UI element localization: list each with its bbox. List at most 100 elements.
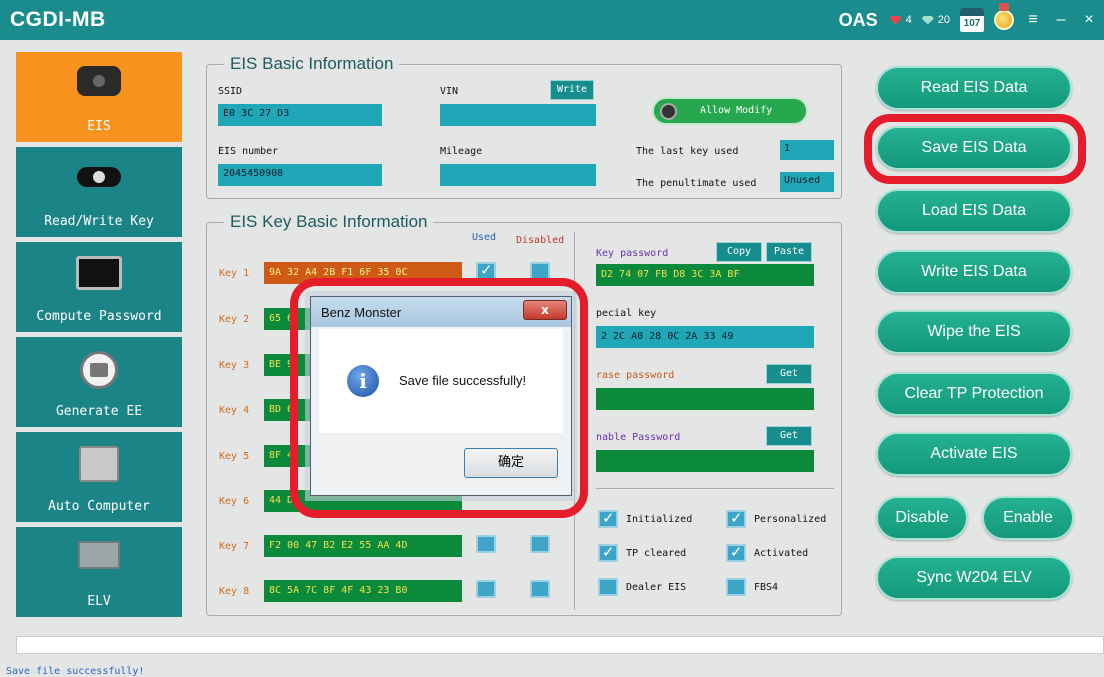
initialized-checkbox[interactable] xyxy=(598,509,618,528)
paste-button[interactable]: Paste xyxy=(766,242,812,262)
eis-key-info-title: EIS Key Basic Information xyxy=(224,212,434,232)
calendar-icon[interactable]: 107 xyxy=(960,8,984,32)
green-gem-count: 20 xyxy=(937,14,950,26)
app-title: CGDI-MB xyxy=(10,8,106,31)
write-vin-button[interactable]: Write xyxy=(550,80,594,100)
key-1-label: Key 1 xyxy=(219,268,250,279)
nav-eis[interactable]: EIS xyxy=(16,52,182,142)
oas-label: OAS xyxy=(838,9,878,30)
green-gem-stat: 20 xyxy=(921,14,950,26)
activated-label: Activated xyxy=(754,548,809,559)
tp-cleared-checkbox[interactable] xyxy=(598,543,618,562)
key-8-disabled-checkbox[interactable] xyxy=(530,580,550,598)
key-1-disabled-checkbox[interactable] xyxy=(530,262,550,280)
enable-password-label: nable Password xyxy=(596,432,681,443)
nav-elv-label: ELV xyxy=(87,594,111,609)
sync-w204-elv-button[interactable]: Sync W204 ELV xyxy=(876,556,1072,600)
eis-number-label: EIS number xyxy=(218,146,279,157)
read-eis-data-button[interactable]: Read EIS Data xyxy=(876,66,1072,110)
penultimate-field[interactable]: Unused xyxy=(780,172,834,192)
special-key-label: pecial key xyxy=(596,308,657,319)
info-icon: i xyxy=(347,365,379,397)
eis-number-field[interactable]: 2045450908 xyxy=(218,164,382,186)
key-8-field[interactable]: 8C 5A 7C 8F 4F 43 23 B0 xyxy=(264,580,462,602)
green-gem-icon xyxy=(921,15,934,25)
enable-get-button[interactable]: Get xyxy=(766,426,812,446)
activate-eis-button[interactable]: Activate EIS xyxy=(876,432,1072,476)
medal-icon[interactable] xyxy=(994,3,1014,30)
calendar-number: 107 xyxy=(963,18,981,29)
circuit-board-icon xyxy=(78,541,120,569)
load-eis-data-button[interactable]: Load EIS Data xyxy=(876,189,1072,233)
vin-field[interactable] xyxy=(440,104,596,126)
dealer-eis-checkbox[interactable] xyxy=(598,578,618,596)
personalized-checkbox[interactable] xyxy=(726,509,746,528)
key-1-field[interactable]: 9A 32 A4 2B F1 6F 35 0C xyxy=(264,262,462,284)
nav-auto-computer[interactable]: Auto Computer xyxy=(16,432,182,522)
column-divider xyxy=(574,232,575,610)
status-field xyxy=(16,636,1104,654)
used-header: Used xyxy=(472,232,497,243)
car-key-icon xyxy=(77,167,121,187)
key-3-label: Key 3 xyxy=(219,360,250,371)
special-key-field[interactable]: 2 2C A0 28 0C 2A 33 49 xyxy=(596,326,814,348)
dialog-title-bar: Benz Monster x xyxy=(311,297,571,327)
vin-label: VIN xyxy=(440,86,459,97)
key-4-label: Key 4 xyxy=(219,405,250,416)
nav-generate-ee-label: Generate EE xyxy=(55,404,143,419)
nav-compute-password-label: Compute Password xyxy=(36,309,162,324)
nav-compute-password[interactable]: Compute Password xyxy=(16,242,182,332)
dialog-ok-button[interactable]: 确定 xyxy=(464,448,558,478)
key-8-used-checkbox[interactable] xyxy=(476,580,496,598)
fbs4-label: FBS4 xyxy=(754,582,779,593)
wipe-eis-button[interactable]: Wipe the EIS xyxy=(876,310,1072,354)
key-7-field[interactable]: F2 00 47 B2 E2 55 AA 4D xyxy=(264,535,462,557)
write-eis-data-button[interactable]: Write EIS Data xyxy=(876,250,1072,294)
key-7-disabled-checkbox[interactable] xyxy=(530,535,550,553)
menu-icon[interactable]: ≡ xyxy=(1024,11,1042,29)
enable-button[interactable]: Enable xyxy=(982,496,1074,540)
dialog-message: Save file successfully! xyxy=(399,373,527,388)
key-8-label: Key 8 xyxy=(219,586,250,597)
key-password-label: Key password xyxy=(596,248,669,259)
key-1-used-checkbox[interactable] xyxy=(476,261,496,280)
erase-password-label: rase password xyxy=(596,370,675,381)
erase-get-button[interactable]: Get xyxy=(766,364,812,384)
nav-read-write-key[interactable]: Read/Write Key xyxy=(16,147,182,237)
key-7-used-checkbox[interactable] xyxy=(476,535,496,553)
ssid-field[interactable]: E0 3C 27 D3 xyxy=(218,104,382,126)
mileage-label: Mileage xyxy=(440,146,483,157)
nav-generate-ee[interactable]: Generate EE xyxy=(16,337,182,427)
nav-auto-computer-label: Auto Computer xyxy=(48,499,150,514)
save-eis-data-button[interactable]: Save EIS Data xyxy=(876,126,1072,170)
key-2-label: Key 2 xyxy=(219,314,250,325)
red-gem-count: 4 xyxy=(905,14,912,26)
ssid-label: SSID xyxy=(218,86,243,97)
enable-password-field[interactable] xyxy=(596,450,814,472)
mileage-field[interactable] xyxy=(440,164,596,186)
activated-checkbox[interactable] xyxy=(726,543,746,562)
nav-elv[interactable]: ELV xyxy=(16,527,182,617)
eis-module-icon xyxy=(77,66,121,96)
eis-basic-info-title: EIS Basic Information xyxy=(224,54,400,74)
status-message: Save file successfully! xyxy=(6,666,145,677)
allow-modify-toggle[interactable]: Allow Modify xyxy=(652,97,808,125)
last-key-label: The last key used xyxy=(636,146,739,157)
key-password-field[interactable]: D2 74 07 FB D8 3C 3A BF xyxy=(596,264,814,286)
key-5-label: Key 5 xyxy=(219,451,250,462)
nav-eis-label: EIS xyxy=(87,119,111,134)
copy-button[interactable]: Copy xyxy=(716,242,762,262)
initialized-label: Initialized xyxy=(626,514,693,525)
dialog-title: Benz Monster xyxy=(321,305,402,320)
close-window-icon[interactable]: × xyxy=(1080,11,1098,29)
disable-button[interactable]: Disable xyxy=(876,496,968,540)
last-key-field[interactable]: 1 xyxy=(780,140,834,160)
erase-password-field[interactable] xyxy=(596,388,814,410)
tp-cleared-label: TP cleared xyxy=(626,548,687,559)
clear-tp-protection-button[interactable]: Clear TP Protection xyxy=(876,372,1072,416)
dialog-close-button[interactable]: x xyxy=(523,300,567,320)
computer-screen-icon xyxy=(76,256,122,290)
minimize-icon[interactable]: – xyxy=(1052,11,1070,29)
fbs4-checkbox[interactable] xyxy=(726,578,746,596)
key-7-label: Key 7 xyxy=(219,541,250,552)
